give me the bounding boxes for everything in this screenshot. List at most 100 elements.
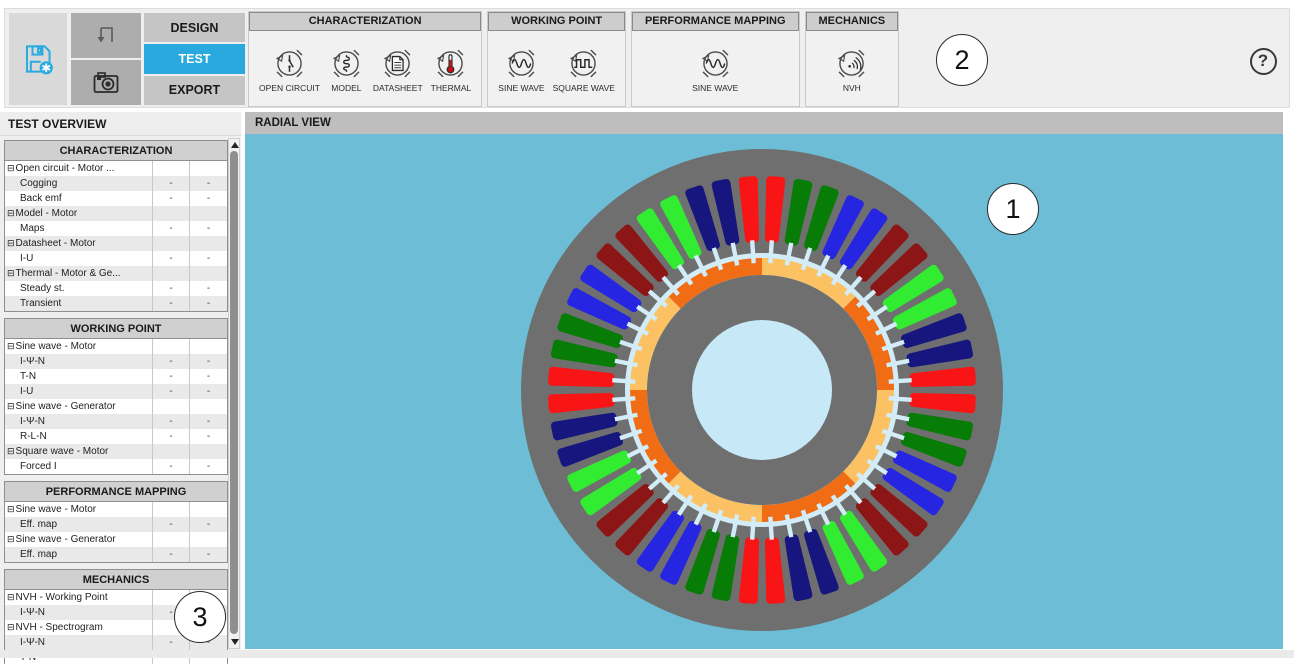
tool-thermal[interactable]: THERMAL xyxy=(429,45,474,93)
row-label: I-U xyxy=(5,251,153,266)
table-row[interactable]: I-U-- xyxy=(5,251,227,266)
scroll-up-icon[interactable] xyxy=(231,142,239,148)
table-row[interactable]: Steady st.-- xyxy=(5,281,227,296)
table-row[interactable]: ⊟Sine wave - Motor xyxy=(5,339,227,354)
value-cell: - xyxy=(153,221,190,236)
tool-square-wave[interactable]: SQUARE WAVE xyxy=(551,45,617,93)
value-cell: - xyxy=(153,414,190,429)
table-row[interactable]: T-N-- xyxy=(5,369,227,384)
table-row[interactable]: Eff. map-- xyxy=(5,547,227,562)
value-cell: - xyxy=(153,251,190,266)
table-row[interactable]: ⊟Sine wave - Generator xyxy=(5,399,227,414)
value-cell: - xyxy=(190,354,227,369)
collapse-icon[interactable]: ⊟ xyxy=(7,163,15,173)
row-label: T-N xyxy=(5,369,153,384)
undo-arrow-icon xyxy=(86,16,126,56)
table-row[interactable]: Cogging-- xyxy=(5,176,227,191)
group-characterization: CHARACTERIZATION OPEN CIRCUIT MODEL DATASHE… xyxy=(248,11,482,107)
value-cell: - xyxy=(190,191,227,206)
table-row[interactable]: Back emf-- xyxy=(5,191,227,206)
table-title: MECHANICS xyxy=(5,570,227,590)
help-button[interactable]: ? xyxy=(1247,45,1279,77)
table-characterization: CHARACTERIZATION⊟Open circuit - Motor ..… xyxy=(4,140,228,312)
table-row[interactable]: Maps-- xyxy=(5,221,227,236)
row-label: I-Ψ-N xyxy=(5,635,153,650)
tool-sine-wave[interactable]: SINE WAVE xyxy=(496,45,546,93)
value-cell xyxy=(153,339,190,354)
tool-sine-wave[interactable]: SINE WAVE xyxy=(690,45,740,93)
sidebar-scrollbar[interactable] xyxy=(228,138,240,649)
collapse-icon[interactable]: ⊟ xyxy=(7,341,15,351)
row-label: Eff. map xyxy=(5,517,153,532)
table-row[interactable]: Eff. map-- xyxy=(5,517,227,532)
row-label: ⊟NVH - Spectrogram xyxy=(5,620,153,635)
table-row[interactable]: I-U-- xyxy=(5,384,227,399)
tool-label: MODEL xyxy=(331,83,361,93)
help-icon: ? xyxy=(1250,48,1277,75)
collapse-icon[interactable]: ⊟ xyxy=(7,208,15,218)
table-row[interactable]: I-Ψ-N-- xyxy=(5,354,227,369)
group-performance-mapping: PERFORMANCE MAPPINGSINE WAVE xyxy=(631,11,800,107)
table-row[interactable]: R-L-N-- xyxy=(5,429,227,444)
value-cell xyxy=(153,161,190,176)
scrollbar-thumb[interactable] xyxy=(230,151,238,634)
row-label: ⊟Sine wave - Generator xyxy=(5,532,153,547)
tab-test[interactable]: TEST xyxy=(144,44,245,73)
collapse-icon[interactable]: ⊟ xyxy=(7,534,15,544)
row-label: R-L-N xyxy=(5,429,153,444)
table-row[interactable]: Forced I-- xyxy=(5,459,227,474)
row-label: Back emf xyxy=(5,191,153,206)
table-row[interactable]: ⊟Thermal - Motor & Ge... xyxy=(5,266,227,281)
value-cell xyxy=(153,532,190,547)
tool-model[interactable]: MODEL xyxy=(326,45,367,93)
table-row[interactable]: ⊟Sine wave - Generator xyxy=(5,532,227,547)
value-cell: - xyxy=(153,384,190,399)
table-row[interactable]: Transient-- xyxy=(5,296,227,311)
tool-datasheet[interactable]: DATASHEET xyxy=(371,45,425,93)
collapse-icon[interactable]: ⊟ xyxy=(7,268,15,278)
row-label: I-U xyxy=(5,384,153,399)
app-window: { "toolbar": { "tabs": [ { "label": "DES… xyxy=(0,0,1294,664)
row-label: Transient xyxy=(5,296,153,311)
table-row[interactable]: ⊟Sine wave - Motor xyxy=(5,502,227,517)
snapshot-button[interactable] xyxy=(71,60,141,105)
value-cell: - xyxy=(153,176,190,191)
toolbar-groups: CHARACTERIZATION OPEN CIRCUIT MODEL DATASHE… xyxy=(248,11,899,107)
model-icon xyxy=(328,45,365,82)
stator-slot-red xyxy=(743,180,758,239)
value-cell: - xyxy=(190,369,227,384)
tool-open-circuit[interactable]: OPEN CIRCUIT xyxy=(257,45,322,93)
stator-slot-red xyxy=(913,394,972,409)
tab-design[interactable]: DESIGN xyxy=(144,13,245,42)
collapse-icon[interactable]: ⊟ xyxy=(7,504,15,514)
value-cell: - xyxy=(153,296,190,311)
value-cell xyxy=(153,206,190,221)
scroll-down-icon[interactable] xyxy=(231,639,239,645)
save-button[interactable] xyxy=(9,13,67,105)
tool-nvh[interactable]: NVH xyxy=(831,45,872,93)
collapse-icon[interactable]: ⊟ xyxy=(7,401,15,411)
table-row[interactable]: ⊟Open circuit - Motor ... xyxy=(5,161,227,176)
row-label: ⊟Open circuit - Motor ... xyxy=(5,161,153,176)
collapse-icon[interactable]: ⊟ xyxy=(7,238,15,248)
collapse-icon[interactable]: ⊟ xyxy=(7,446,15,456)
table-row[interactable]: ⊟Square wave - Motor xyxy=(5,444,227,459)
value-cell: - xyxy=(190,176,227,191)
table-row[interactable]: ⊟Model - Motor xyxy=(5,206,227,221)
value-cell xyxy=(153,502,190,517)
table-title: CHARACTERIZATION xyxy=(5,141,227,161)
motor-canvas[interactable] xyxy=(245,134,1283,649)
undo-button[interactable] xyxy=(71,13,141,58)
row-label: I-Ψ-N xyxy=(5,605,153,620)
table-row[interactable]: ⊟Datasheet - Motor xyxy=(5,236,227,251)
sine-wave-icon xyxy=(697,45,734,82)
group-body: NVH xyxy=(806,31,899,106)
value-cell: - xyxy=(153,369,190,384)
tab-export[interactable]: EXPORT xyxy=(144,76,245,105)
group-header: CHARACTERIZATION xyxy=(249,12,481,31)
collapse-icon[interactable]: ⊟ xyxy=(7,592,15,602)
collapse-icon[interactable]: ⊟ xyxy=(7,622,15,632)
value-cell xyxy=(190,206,227,221)
table-title: PERFORMANCE MAPPING xyxy=(5,482,227,502)
table-row[interactable]: I-Ψ-N-- xyxy=(5,414,227,429)
